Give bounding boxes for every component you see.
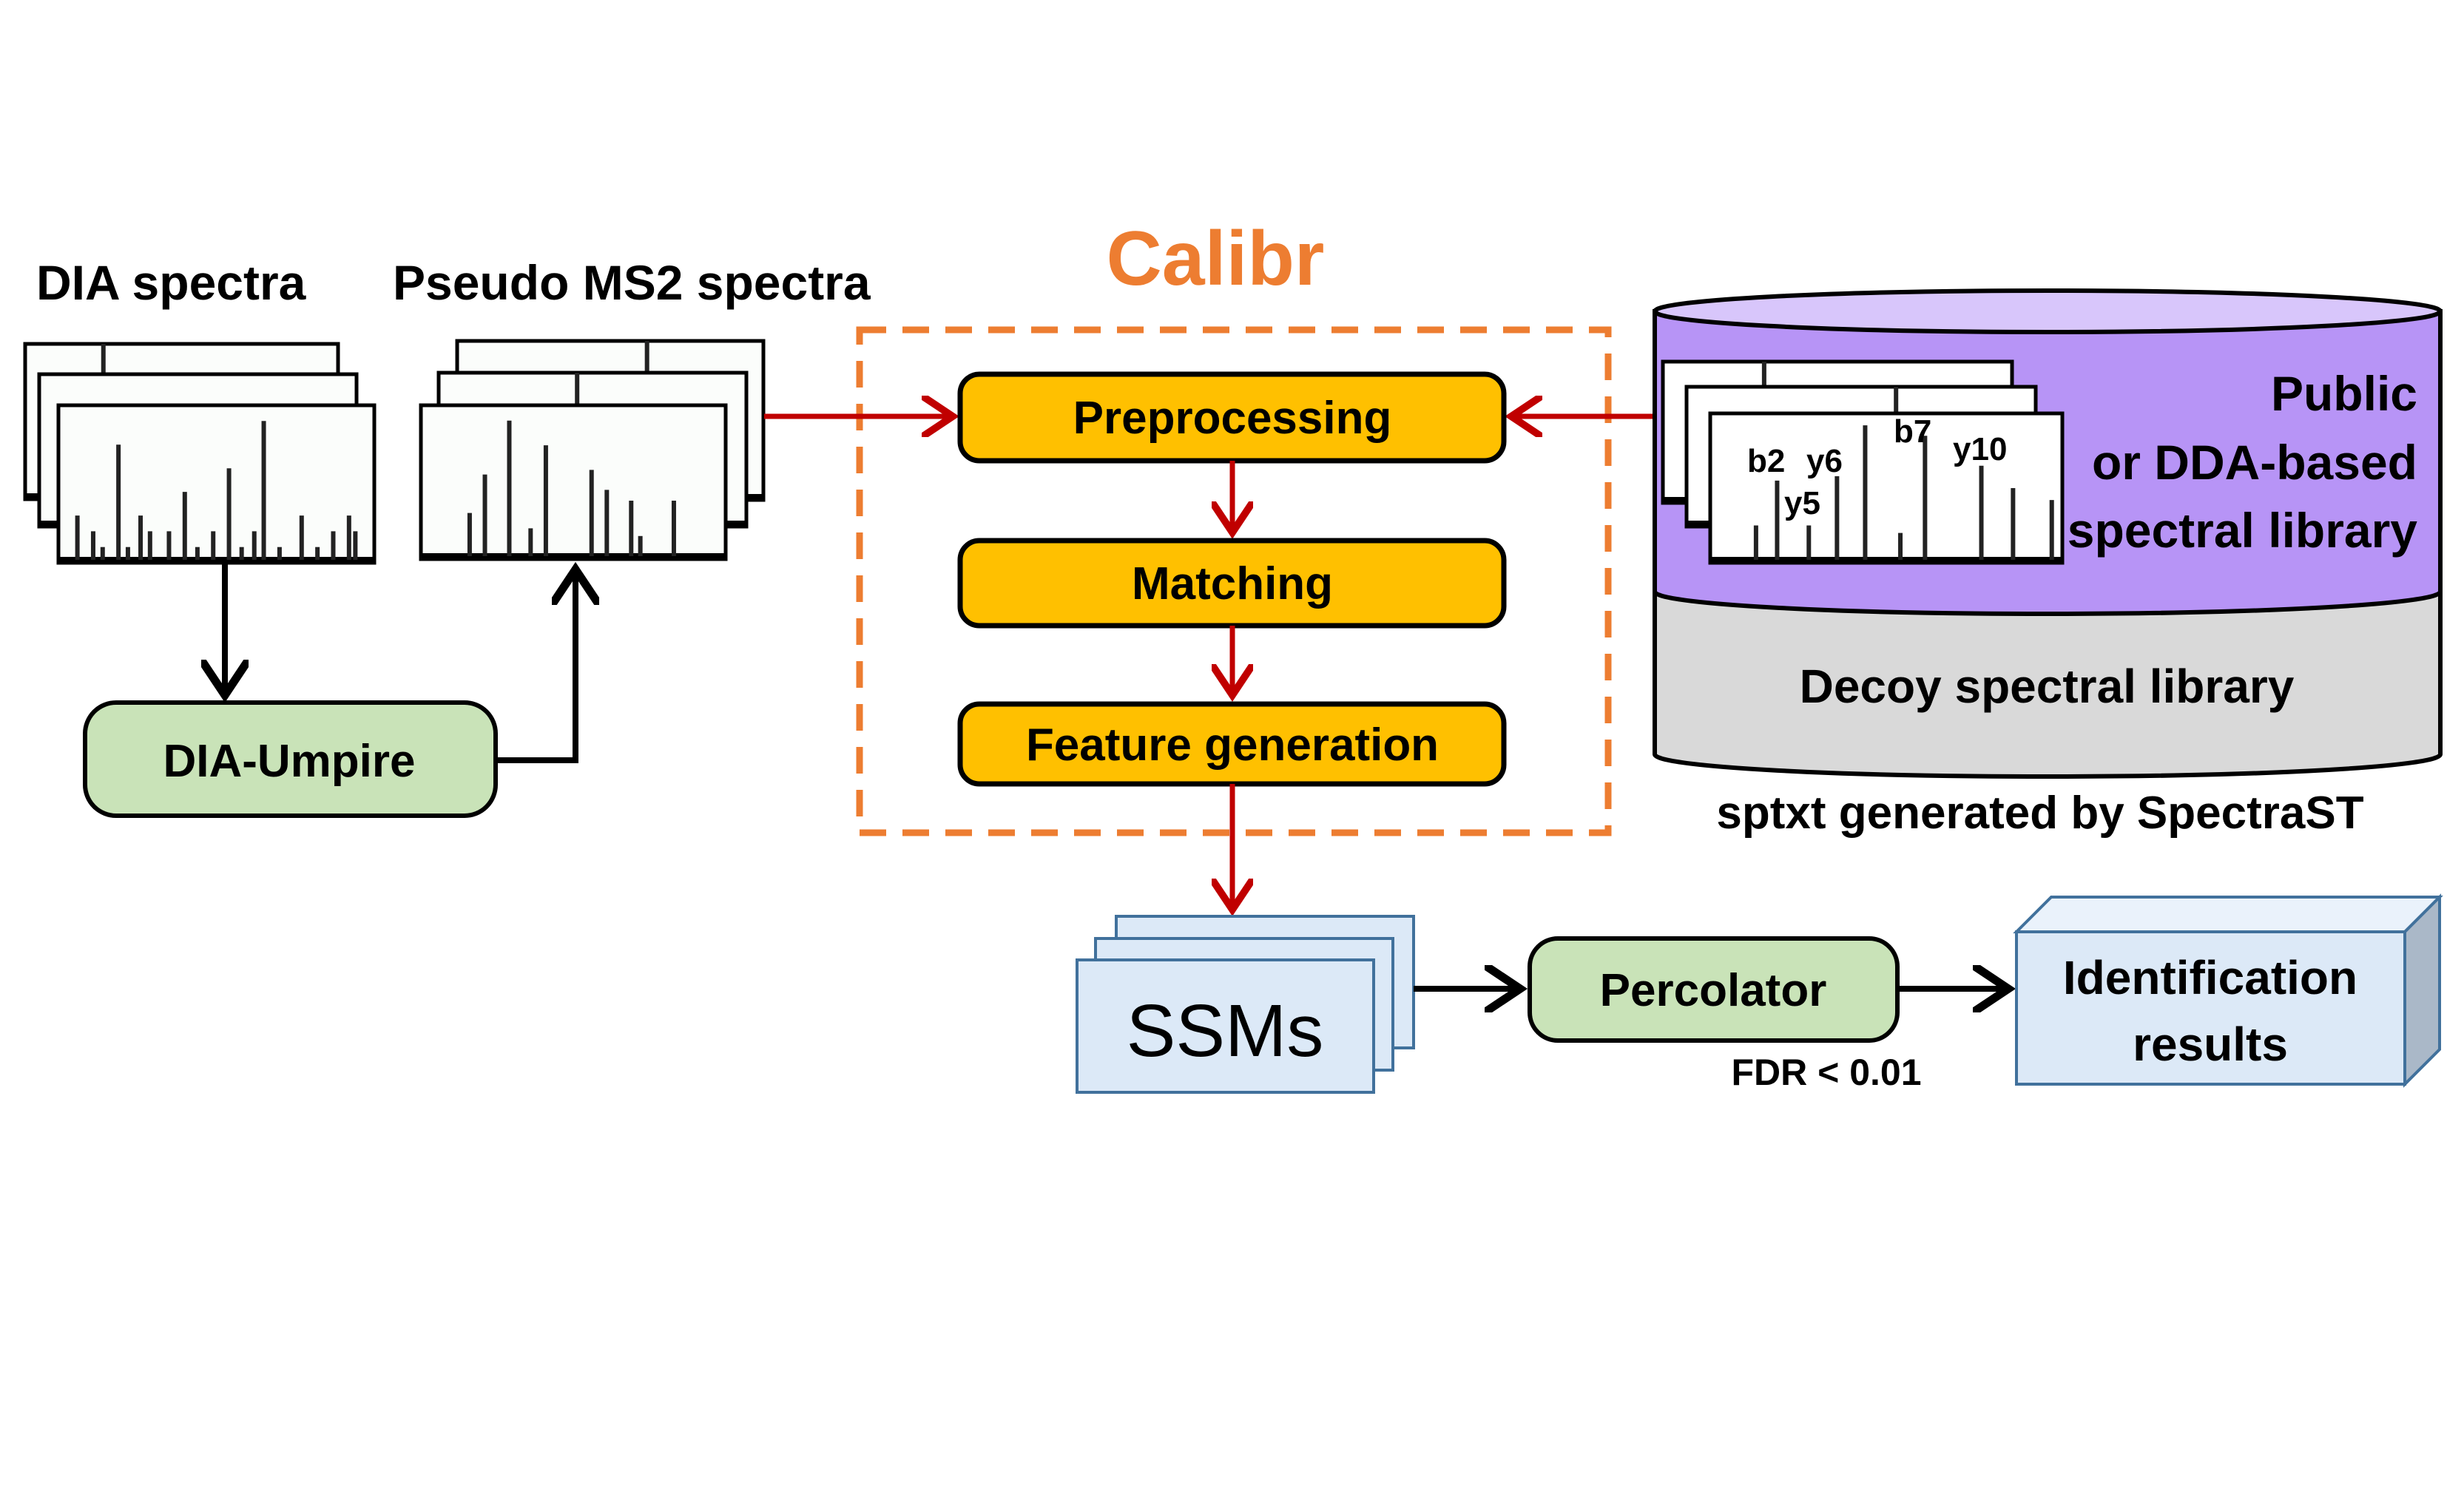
spectrum-frame <box>56 403 377 565</box>
peak-label-b7: b7 <box>1894 413 1931 450</box>
percolator-label: Percolator <box>1600 965 1827 1016</box>
ssms-label: SSMs <box>1127 990 1324 1072</box>
library-label-line3: spectral library <box>2068 503 2418 558</box>
peak-label-b2: b2 <box>1747 443 1785 479</box>
pseudo-ms2-label: Pseudo MS2 spectra <box>393 255 871 310</box>
spectrum-frame <box>1708 411 2065 565</box>
dia-spectra-stack <box>23 342 377 565</box>
peak-label-y6: y6 <box>1806 443 1843 479</box>
identification-label-line2: results <box>2133 1018 2288 1071</box>
library-label-line2: or DDA-based <box>2092 435 2417 490</box>
sptxt-label: sptxt generated by SpectraST <box>1716 788 2363 839</box>
dia-umpire-label: DIA-Umpire <box>163 736 415 787</box>
calibr-workflow-diagram: DIA spectra Pseudo MS2 spectra DIA-Umpir… <box>23 216 2443 1094</box>
identification-label-line1: Identification <box>2063 951 2357 1004</box>
feature-generation-label: Feature generation <box>1026 720 1439 771</box>
fdr-label: FDR < 0.01 <box>1731 1052 1921 1093</box>
dia-spectra-label: DIA spectra <box>36 255 307 310</box>
pseudo-ms2-stack <box>419 339 766 561</box>
matching-label: Matching <box>1132 558 1333 609</box>
peak-label-y5: y5 <box>1784 485 1820 521</box>
preprocessing-label: Preprocessing <box>1073 393 1392 444</box>
peak-label-y10: y10 <box>1953 431 2007 467</box>
arrow-umpire-to-pseudo <box>496 569 576 763</box>
spectrum-frame <box>419 403 728 561</box>
calibr-title: Calibr <box>1107 216 1325 302</box>
decoy-library-label: Decoy spectral library <box>1800 660 2295 713</box>
library-label-line1: Public <box>2271 366 2417 421</box>
